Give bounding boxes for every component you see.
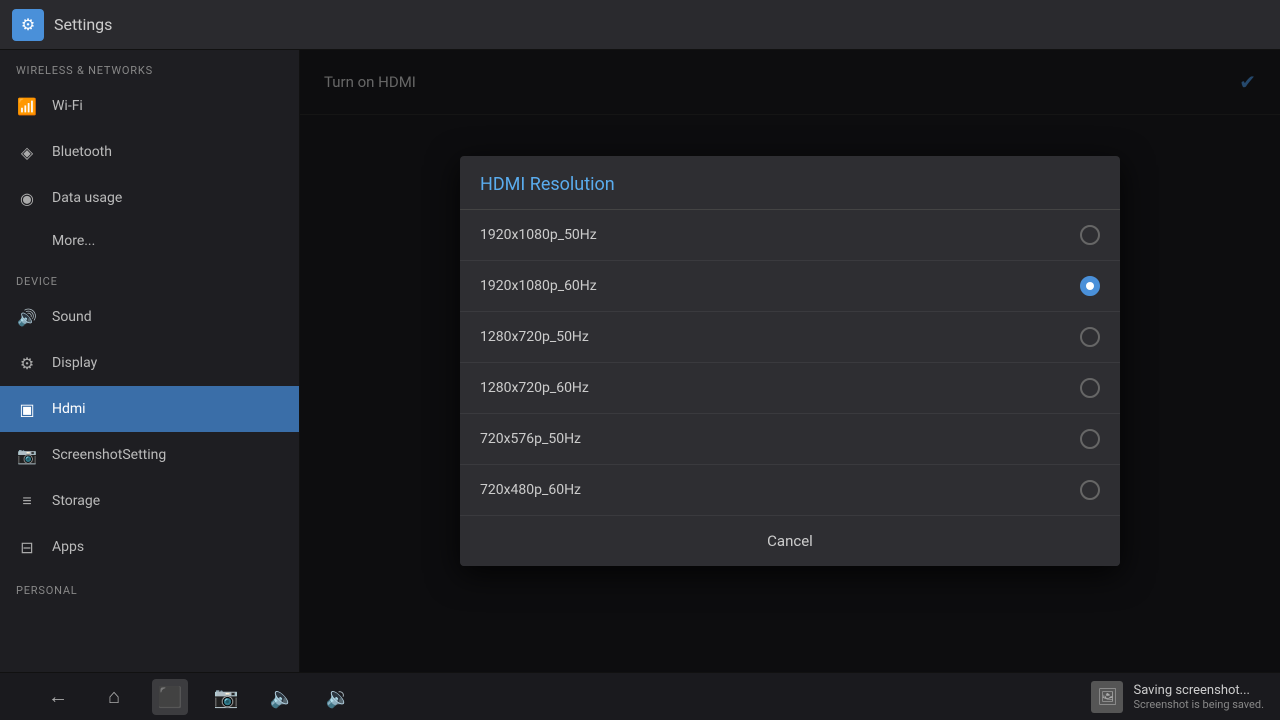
content-area: Turn on HDMI ✔ HDMI Resolution 1920x1080… (300, 50, 1280, 672)
dialog-title: HDMI Resolution (460, 156, 1120, 210)
dialog-option-r6[interactable]: 720x480p_60Hz (460, 465, 1120, 516)
radio-r6 (1080, 480, 1100, 500)
volume-down-button[interactable]: 🔈 (264, 679, 300, 715)
sidebar-section-header: WIRELESS & NETWORKS (0, 50, 299, 83)
apps-icon: ⊟ (16, 536, 38, 558)
storage-icon: ≡ (16, 490, 38, 512)
notification-text: Saving screenshot... Screenshot is being… (1133, 683, 1264, 711)
sidebar-item-apps[interactable]: ⊟ Apps (0, 524, 299, 570)
cancel-button[interactable]: Cancel (460, 516, 1120, 566)
option-label-r1: 1920x1080p_50Hz (480, 227, 597, 243)
sidebar-item-display[interactable]: ⚙ Display (0, 340, 299, 386)
dialog-options-list: 1920x1080p_50Hz 1920x1080p_60Hz 1280x720p_… (460, 210, 1120, 516)
data-usage-label: Data usage (52, 190, 122, 206)
option-label-r6: 720x480p_60Hz (480, 482, 581, 498)
sidebar: WIRELESS & NETWORKS 📶 Wi-Fi ◈ Bluetooth ◉ Data… (0, 50, 300, 672)
dialog-option-r1[interactable]: 1920x1080p_50Hz (460, 210, 1120, 261)
sidebar-item-bluetooth[interactable]: ◈ Bluetooth (0, 129, 299, 175)
wifi-icon: 📶 (16, 95, 38, 117)
option-label-r2: 1920x1080p_60Hz (480, 278, 597, 294)
sound-icon: 🔊 (16, 306, 38, 328)
dialog-overlay: HDMI Resolution 1920x1080p_50Hz1920x1080… (300, 50, 1280, 672)
notification-line2: Screenshot is being saved. (1133, 698, 1264, 711)
radio-r5 (1080, 429, 1100, 449)
notification-area: 🖼 Saving screenshot... Screenshot is bei… (1075, 681, 1280, 713)
hdmi-icon: ▣ (16, 398, 38, 420)
sidebar-item-data-usage[interactable]: ◉ Data usage (0, 175, 299, 221)
storage-label: Storage (52, 493, 100, 509)
hdmi-resolution-dialog: HDMI Resolution 1920x1080p_50Hz1920x1080… (460, 156, 1120, 566)
display-label: Display (52, 355, 97, 371)
sidebar-item-more[interactable]: More... (0, 221, 299, 261)
bottom-nav-left: ← ⌂ ⬛ 📷 🔈 🔉 (0, 679, 1075, 715)
radio-r4 (1080, 378, 1100, 398)
sidebar-section-header: PERSONAL (0, 570, 299, 603)
data-usage-icon: ◉ (16, 187, 38, 209)
display-icon: ⚙ (16, 352, 38, 374)
radio-r3 (1080, 327, 1100, 347)
sidebar-item-hdmi[interactable]: ▣ Hdmi (0, 386, 299, 432)
dialog-option-r2[interactable]: 1920x1080p_60Hz (460, 261, 1120, 312)
radio-r1 (1080, 225, 1100, 245)
hdmi-label: Hdmi (52, 401, 86, 417)
screenshot-icon: 📷 (16, 444, 38, 466)
screenshot-notification-icon: 🖼 (1091, 681, 1123, 713)
more-label: More... (52, 233, 95, 249)
recents-button[interactable]: ⬛ (152, 679, 188, 715)
sidebar-item-wifi[interactable]: 📶 Wi-Fi (0, 83, 299, 129)
notification-line1: Saving screenshot... (1133, 683, 1264, 698)
sound-label: Sound (52, 309, 92, 325)
back-button[interactable]: ← (40, 679, 76, 715)
sidebar-item-storage[interactable]: ≡ Storage (0, 478, 299, 524)
apps-label: Apps (52, 539, 84, 555)
screenshot-button[interactable]: 📷 (208, 679, 244, 715)
main-layout: WIRELESS & NETWORKS 📶 Wi-Fi ◈ Bluetooth ◉ Data… (0, 50, 1280, 672)
app-title: Settings (54, 15, 112, 34)
screenshot-label: ScreenshotSetting (52, 447, 166, 463)
volume-up-button[interactable]: 🔉 (320, 679, 356, 715)
title-bar: ⚙ Settings (0, 0, 1280, 50)
radio-r2 (1080, 276, 1100, 296)
settings-icon: ⚙ (12, 9, 44, 41)
sidebar-item-sound[interactable]: 🔊 Sound (0, 294, 299, 340)
dialog-option-r3[interactable]: 1280x720p_50Hz (460, 312, 1120, 363)
wifi-label: Wi-Fi (52, 98, 83, 114)
option-label-r5: 720x576p_50Hz (480, 431, 581, 447)
home-button[interactable]: ⌂ (96, 679, 132, 715)
option-label-r4: 1280x720p_60Hz (480, 380, 589, 396)
sidebar-section-header: DEVICE (0, 261, 299, 294)
option-label-r3: 1280x720p_50Hz (480, 329, 589, 345)
dialog-option-r5[interactable]: 720x576p_50Hz (460, 414, 1120, 465)
sidebar-item-screenshot[interactable]: 📷 ScreenshotSetting (0, 432, 299, 478)
dialog-option-r4[interactable]: 1280x720p_60Hz (460, 363, 1120, 414)
bluetooth-label: Bluetooth (52, 144, 112, 160)
bottom-bar: ← ⌂ ⬛ 📷 🔈 🔉 🖼 Saving screenshot... Screenshot… (0, 672, 1280, 720)
bluetooth-icon: ◈ (16, 141, 38, 163)
